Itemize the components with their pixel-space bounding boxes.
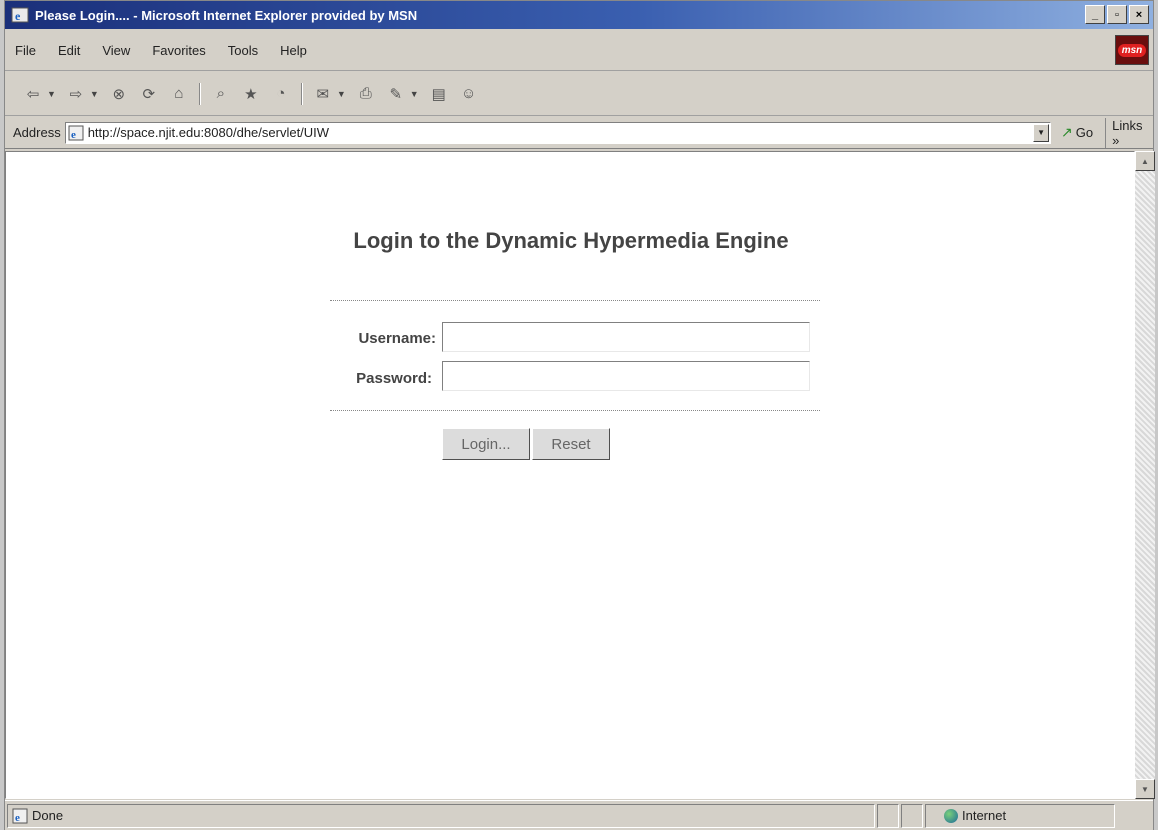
- zone-label: Internet: [962, 808, 1007, 823]
- forward-dropdown-icon[interactable]: ▼: [90, 89, 99, 99]
- page-icon: e: [68, 125, 84, 141]
- maximize-button[interactable]: ▫: [1107, 5, 1127, 24]
- status-cell: [877, 803, 899, 828]
- mail-dropdown-icon[interactable]: ▼: [337, 89, 346, 99]
- msn-logo[interactable]: msn: [1115, 35, 1149, 65]
- go-button[interactable]: ↗ Go: [1061, 124, 1093, 141]
- menu-edit[interactable]: Edit: [56, 41, 82, 60]
- menu-file[interactable]: File: [13, 41, 38, 60]
- login-button[interactable]: Login...: [442, 428, 530, 460]
- menu-bar: File Edit View Favorites Tools Help msn: [5, 31, 1153, 71]
- minimize-button[interactable]: _: [1085, 5, 1105, 24]
- divider-bottom: [330, 410, 820, 411]
- go-arrow-icon: ↗: [1061, 124, 1073, 140]
- browser-window: e Please Login.... - Microsoft Internet …: [4, 0, 1155, 830]
- title-bar[interactable]: e Please Login.... - Microsoft Internet …: [5, 1, 1153, 29]
- status-text-panel: e Done: [7, 803, 875, 828]
- menu-view[interactable]: View: [100, 41, 132, 60]
- address-input[interactable]: [87, 125, 1038, 140]
- reset-button[interactable]: Reset: [532, 428, 610, 460]
- window-controls: _ ▫ ×: [1085, 5, 1149, 24]
- stop-icon[interactable]: ⊗: [109, 84, 129, 104]
- address-dropdown-icon[interactable]: ▼: [1033, 123, 1050, 142]
- print-icon[interactable]: ⎙: [356, 84, 376, 104]
- address-bar: Address e ▼ ↗ Go Links »: [5, 117, 1153, 149]
- globe-icon: [944, 808, 958, 823]
- favorites-icon[interactable]: ★: [241, 84, 261, 104]
- history-icon[interactable]: ◔: [271, 84, 291, 104]
- msn-logo-text: msn: [1117, 43, 1147, 57]
- window-title: Please Login.... - Microsoft Internet Ex…: [35, 7, 418, 23]
- refresh-icon[interactable]: ⟳: [139, 84, 159, 104]
- scroll-up-icon[interactable]: ▲: [1135, 151, 1155, 171]
- go-label: Go: [1075, 125, 1094, 140]
- username-label: Username:: [358, 330, 436, 347]
- status-cell: [901, 803, 923, 828]
- address-label: Address: [13, 125, 61, 140]
- discuss-icon[interactable]: ▤: [429, 84, 449, 104]
- edit-dropdown-icon[interactable]: ▼: [410, 89, 419, 99]
- status-bar: e Done Internet: [5, 800, 1153, 830]
- vertical-scrollbar[interactable]: ▲ ▼: [1135, 151, 1155, 799]
- menu-tools[interactable]: Tools: [226, 41, 260, 60]
- scroll-down-icon[interactable]: ▼: [1135, 779, 1155, 799]
- status-text: Done: [32, 808, 64, 823]
- toolbar-separator: [300, 82, 303, 105]
- security-zone[interactable]: Internet: [925, 803, 1115, 828]
- menu-favorites[interactable]: Favorites: [150, 41, 207, 60]
- divider-top: [330, 300, 820, 301]
- address-field[interactable]: e ▼: [64, 121, 1052, 144]
- forward-icon[interactable]: ⇨: [66, 84, 86, 104]
- password-input[interactable]: [442, 361, 810, 391]
- close-button[interactable]: ×: [1129, 5, 1149, 24]
- standard-toolbar: ⇦ ▼ ⇨ ▼ ⊗ ⟳ ⌂ ⌕ ★ ◔ ✉ ▼ ⎙ ✎ ▼ ▤ ☺: [5, 72, 1153, 116]
- page-title: Login to the Dynamic Hypermedia Engine: [353, 228, 789, 253]
- username-input[interactable]: [442, 322, 810, 352]
- mail-icon[interactable]: ✉: [313, 84, 333, 104]
- page-content: Login to the Dynamic Hypermedia Engine U…: [5, 151, 1135, 799]
- edit-icon[interactable]: ✎: [386, 84, 406, 104]
- svg-text:e: e: [71, 129, 76, 141]
- ie-logo-icon: e: [11, 7, 29, 23]
- page-status-icon: e: [12, 808, 28, 824]
- messenger-icon[interactable]: ☺: [459, 84, 479, 104]
- toolbar-separator: [198, 82, 201, 105]
- home-icon[interactable]: ⌂: [169, 84, 189, 104]
- svg-text:e: e: [15, 812, 20, 824]
- password-label: Password:: [356, 370, 432, 387]
- svg-text:e: e: [15, 9, 21, 23]
- search-icon[interactable]: ⌕: [211, 84, 231, 104]
- menu-help[interactable]: Help: [278, 41, 309, 60]
- back-icon[interactable]: ⇦: [23, 84, 43, 104]
- links-button[interactable]: Links »: [1105, 117, 1153, 148]
- back-dropdown-icon[interactable]: ▼: [47, 89, 56, 99]
